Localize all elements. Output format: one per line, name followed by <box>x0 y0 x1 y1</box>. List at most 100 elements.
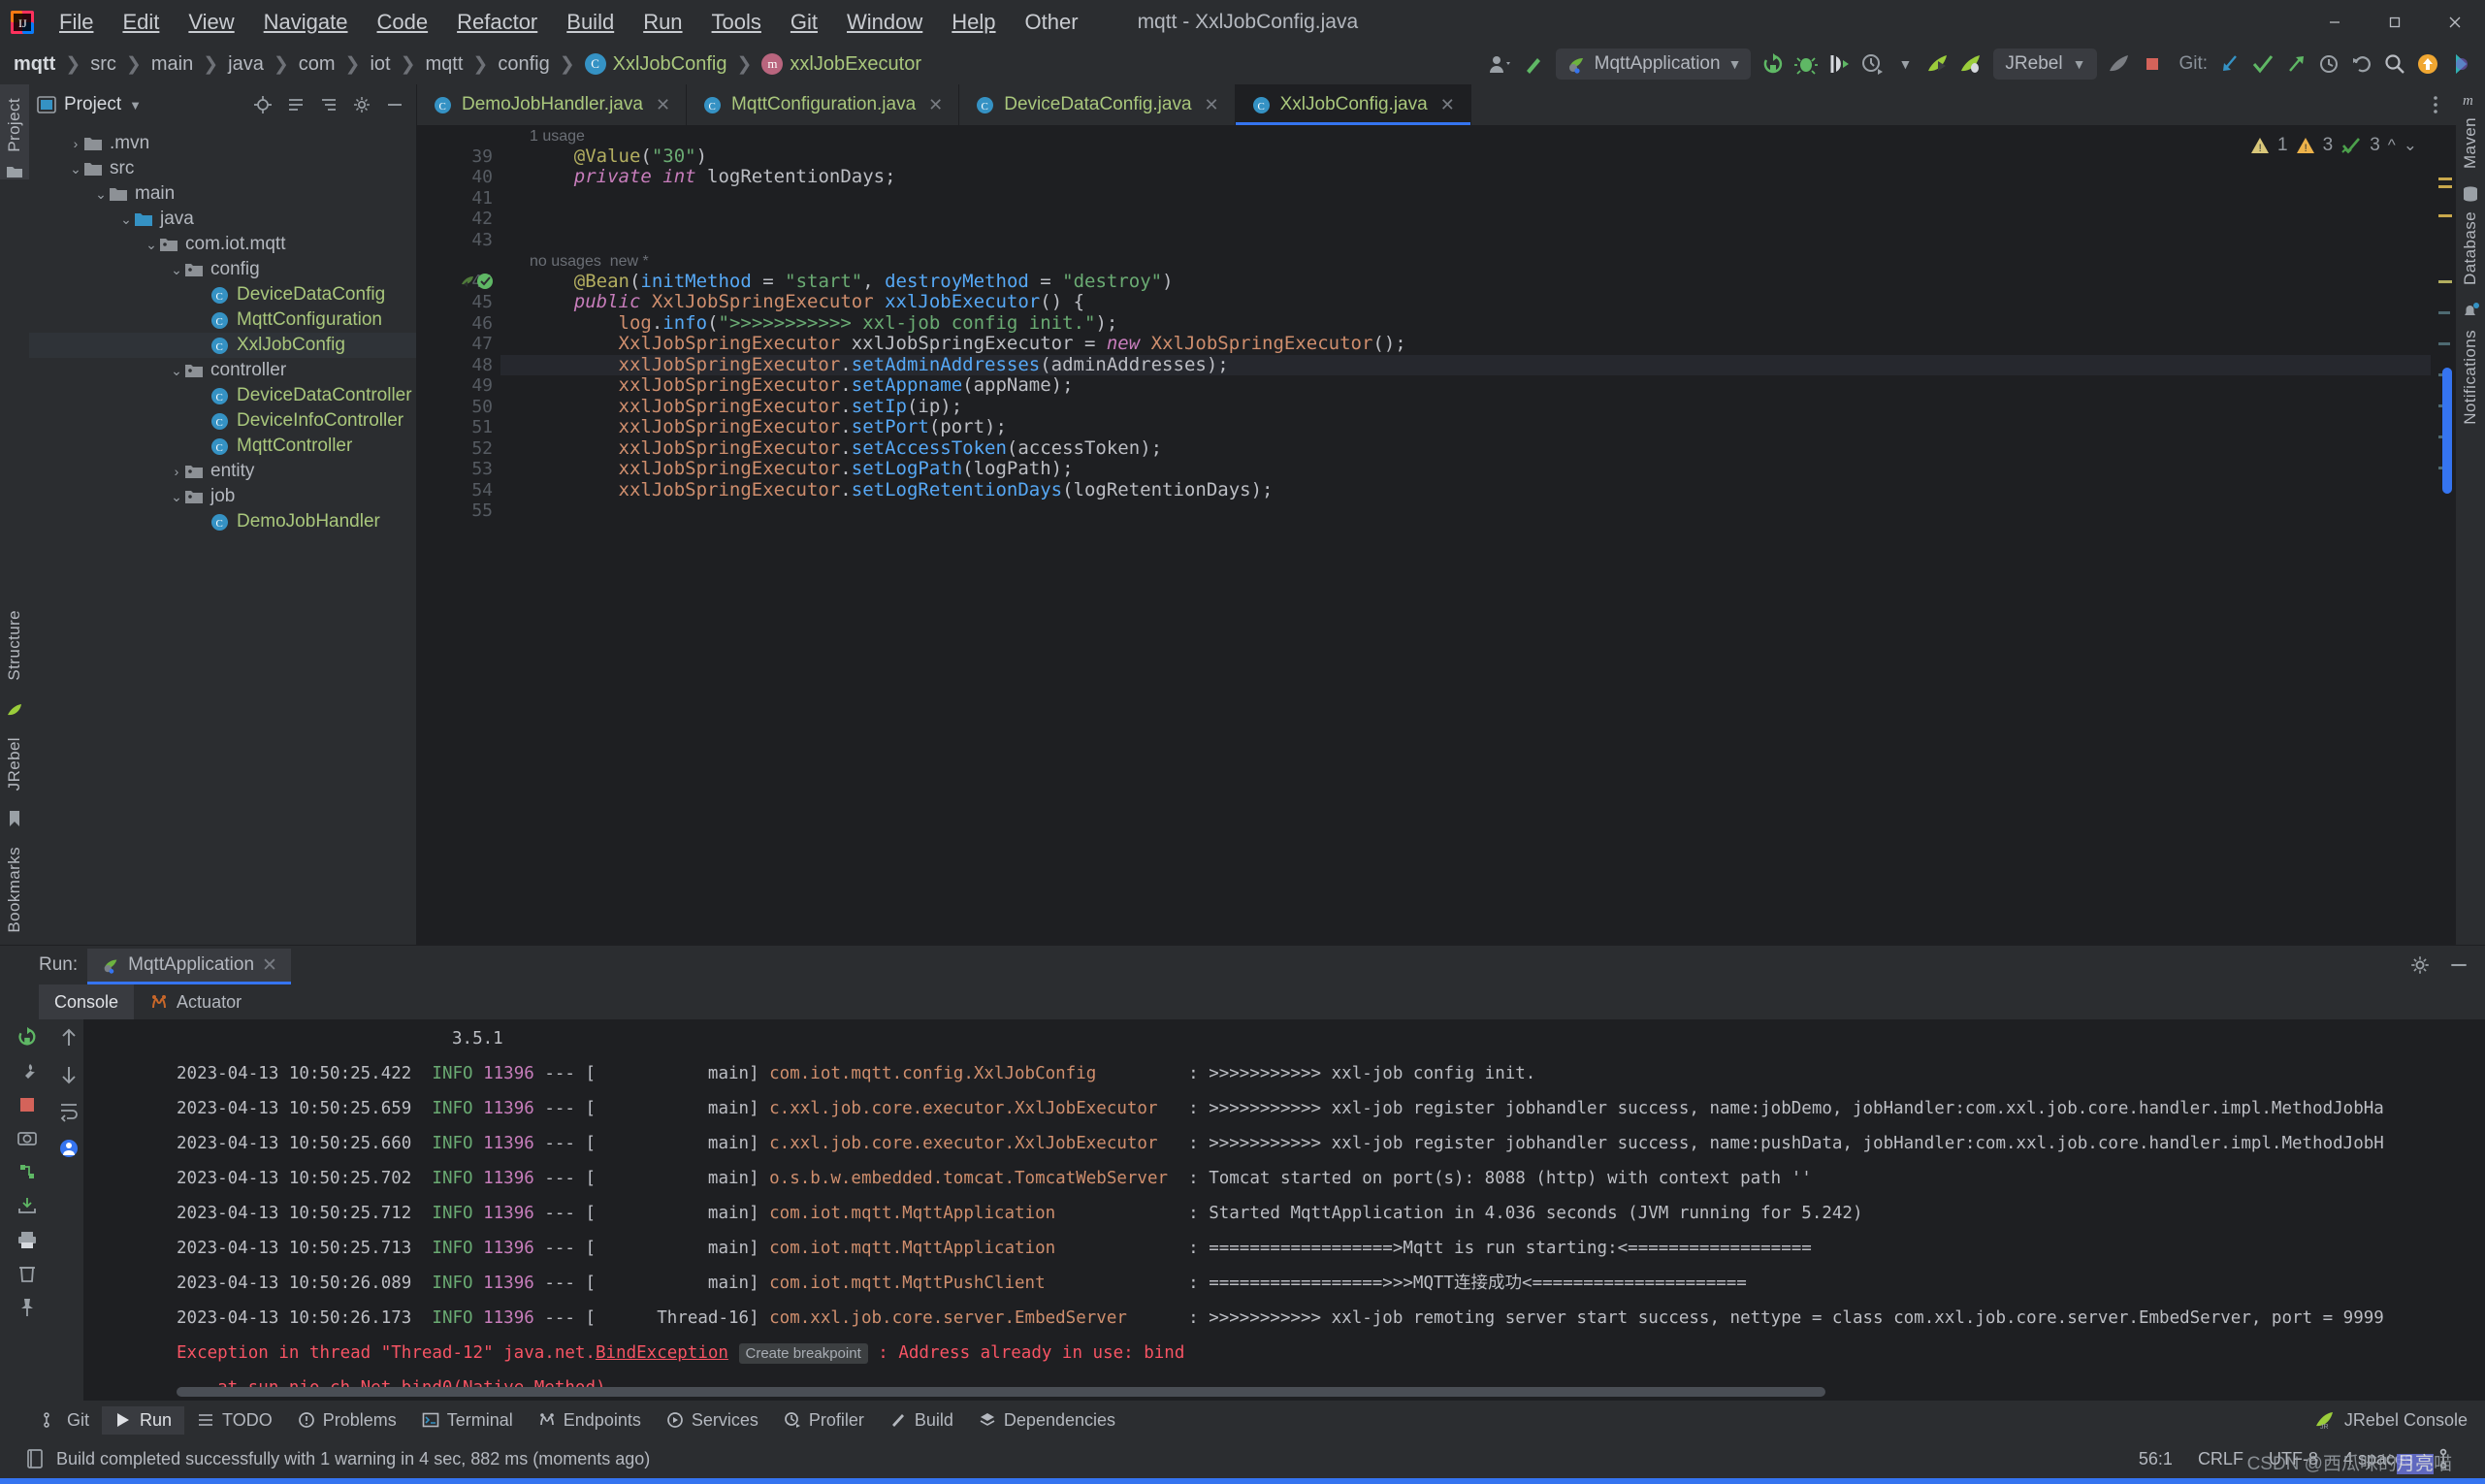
editor-tab-mqttconfiguration-java[interactable]: C MqttConfiguration.java ✕ <box>687 84 960 125</box>
notifications-bell-icon[interactable] <box>2460 301 2481 322</box>
chevron-down-icon[interactable]: ⌄ <box>144 238 159 251</box>
tree-node-xxljobconfig[interactable]: C XxlJobConfig <box>29 333 416 358</box>
hide-icon[interactable] <box>385 95 404 114</box>
database-icon[interactable] <box>2461 184 2480 204</box>
editor-code-content[interactable]: 1 usage @Value("30") private int logRete… <box>500 125 2431 945</box>
exception-class-link[interactable]: BindException <box>596 1343 728 1363</box>
tree-node-java[interactable]: ⌄ java <box>29 207 416 232</box>
menu-view[interactable]: View <box>174 0 248 44</box>
code-line-50[interactable]: xxlJobSpringExecutor.setIp(ip); <box>500 396 2431 418</box>
code-line-49[interactable]: xxlJobSpringExecutor.setAppname(appName)… <box>500 374 2431 397</box>
tree-node-com-iot-mqtt[interactable]: ⌄ com.iot.mqtt <box>29 232 416 257</box>
close-icon[interactable]: ✕ <box>656 95 670 115</box>
chevron-down-icon[interactable]: ▼ <box>1888 48 1921 81</box>
database-tool-button[interactable]: Database <box>2461 204 2480 293</box>
menu-refactor[interactable]: Refactor <box>442 0 552 44</box>
toolwindow-button-profiler[interactable]: Profiler <box>771 1406 877 1435</box>
structure-tool-button[interactable]: Structure <box>5 602 24 689</box>
code-hint-line[interactable]: 1 usage <box>500 125 2431 146</box>
tree-node-mqttcontroller[interactable]: C MqttController <box>29 434 416 459</box>
editor-tab-demojobhandler-java[interactable]: C DemoJobHandler.java ✕ <box>417 84 688 125</box>
breadcrumb-iot[interactable]: iot <box>370 53 390 76</box>
user-filter-icon[interactable] <box>58 1138 80 1159</box>
usage-hint[interactable]: no usages new * <box>530 253 649 270</box>
caret-position[interactable]: 56:1 <box>2139 1449 2173 1469</box>
breadcrumb-config[interactable]: config <box>498 53 549 76</box>
chevron-down-icon[interactable]: ⌄ <box>68 162 83 176</box>
toolwindow-button-run[interactable]: Run <box>102 1405 185 1435</box>
maven-tool-button[interactable]: Maven <box>2461 110 2480 177</box>
tree-node-job[interactable]: ⌄ job <box>29 484 416 509</box>
stop-icon[interactable] <box>2136 48 2169 81</box>
menu-git[interactable]: Git <box>776 0 832 44</box>
build-hammer-icon[interactable] <box>1517 48 1550 81</box>
soft-wrap-icon[interactable] <box>59 1101 79 1122</box>
create-breakpoint-badge[interactable]: Create breakpoint <box>738 1343 868 1364</box>
scroll-up-icon[interactable] <box>59 1027 79 1048</box>
bookmark-icon[interactable] <box>7 810 22 827</box>
close-button[interactable] <box>2425 0 2485 44</box>
stop-icon[interactable] <box>17 1095 37 1114</box>
breadcrumb-com[interactable]: com <box>299 53 336 76</box>
tree-node-entity[interactable]: › entity <box>29 459 416 484</box>
search-icon[interactable] <box>2378 48 2411 81</box>
toolwindow-button-services[interactable]: Services <box>654 1406 771 1435</box>
git-rollback-icon[interactable] <box>2345 48 2378 81</box>
jrebel-debug-icon[interactable] <box>1954 48 1987 81</box>
menu-file[interactable]: File <box>45 0 108 44</box>
tree-node-devicedataconfig[interactable]: C DeviceDataConfig <box>29 282 416 307</box>
camera-icon[interactable] <box>16 1127 38 1148</box>
menu-navigate[interactable]: Navigate <box>249 0 363 44</box>
editor-tab-xxljobconfig-java[interactable]: C XxlJobConfig.java ✕ <box>1235 84 1471 125</box>
console-horizontal-scrollbar[interactable] <box>177 1387 1825 1397</box>
menu-code[interactable]: Code <box>363 0 443 44</box>
menu-edit[interactable]: Edit <box>108 0 174 44</box>
tree-node-demojobhandler[interactable]: C DemoJobHandler <box>29 509 416 534</box>
tree-node-src[interactable]: ⌄ src <box>29 156 416 181</box>
jrebel-console-button[interactable]: JR JRebel Console <box>2314 1409 2485 1431</box>
toolwindow-button-endpoints[interactable]: Endpoints <box>526 1406 654 1435</box>
breadcrumb-java[interactable]: java <box>228 53 264 76</box>
code-line-53[interactable]: xxlJobSpringExecutor.setLogPath(logPath)… <box>500 458 2431 480</box>
jrebel-run-icon[interactable] <box>1921 48 1954 81</box>
console-output[interactable]: 3.5.1 2023-04-13 10:50:25.422 INFO 11396… <box>83 1019 2485 1401</box>
tree-node-controller[interactable]: ⌄ controller <box>29 358 416 383</box>
project-tool-button[interactable]: Project <box>0 84 29 179</box>
tree-node-main[interactable]: ⌄ main <box>29 181 416 207</box>
code-line-46[interactable]: log.info(">>>>>>>>>>> xxl-job config ini… <box>500 312 2431 335</box>
rerun-icon[interactable] <box>1757 48 1790 81</box>
more-options-icon[interactable] <box>2425 94 2446 115</box>
tree-node--mvn[interactable]: › .mvn <box>29 131 416 156</box>
scroll-down-icon[interactable] <box>59 1064 79 1085</box>
line-separator[interactable]: CRLF <box>2198 1449 2243 1469</box>
editor-tab-devicedataconfig-java[interactable]: C DeviceDataConfig.java ✕ <box>959 84 1236 125</box>
chevron-down-icon[interactable]: ⌄ <box>118 212 134 226</box>
chevron-right-icon[interactable]: › <box>169 464 184 479</box>
close-icon[interactable]: ✕ <box>928 95 943 115</box>
chevron-down-icon[interactable]: ⌄ <box>169 490 184 503</box>
code-line-54[interactable]: xxlJobSpringExecutor.setLogRetentionDays… <box>500 479 2431 501</box>
settings-wrench-icon[interactable] <box>16 1061 38 1082</box>
menu-help[interactable]: Help <box>937 0 1010 44</box>
menu-other[interactable]: Other <box>1011 0 1093 44</box>
next-problem-icon[interactable]: ⌄ <box>2404 136 2417 155</box>
code-hint-line[interactable]: no usages new * <box>500 250 2431 272</box>
jrebel-disabled-icon[interactable] <box>2103 48 2136 81</box>
code-line-44[interactable]: @Bean(initMethod = "start", destroyMetho… <box>500 271 2431 293</box>
code-line-40[interactable]: private int logRetentionDays; <box>500 166 2431 188</box>
minimize-icon[interactable] <box>2448 954 2469 976</box>
git-update-icon[interactable] <box>2213 48 2246 81</box>
run-configuration-selector[interactable]: MqttApplication ▼ <box>1555 48 1752 80</box>
git-push-icon[interactable] <box>2279 48 2312 81</box>
user-settings-icon[interactable] <box>1484 48 1517 81</box>
code-line-52[interactable]: xxlJobSpringExecutor.setAccessToken(acce… <box>500 437 2431 460</box>
project-tree[interactable]: › .mvn ⌄ src ⌄ main ⌄ java ⌄ com.iot.mqtt ⌄ config C… <box>29 125 416 945</box>
menu-run[interactable]: Run <box>629 0 696 44</box>
code-line-43[interactable] <box>500 230 2431 251</box>
export-icon[interactable] <box>16 1195 38 1216</box>
thread-dump-icon[interactable] <box>16 1161 38 1182</box>
tab-console[interactable]: Console <box>39 984 135 1019</box>
chevron-right-icon[interactable]: › <box>68 136 83 151</box>
menu-build[interactable]: Build <box>552 0 629 44</box>
bookmarks-tool-button[interactable]: Bookmarks <box>5 839 24 941</box>
